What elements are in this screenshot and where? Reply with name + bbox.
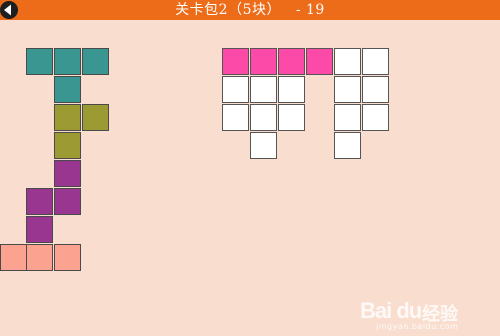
piece-cell[interactable] [26, 216, 53, 243]
level-title: 关卡包2（5块） - 19 [0, 0, 500, 20]
board-cell-empty[interactable] [362, 104, 389, 131]
board-cell-empty[interactable] [250, 104, 277, 131]
piece-cell[interactable] [0, 244, 27, 271]
piece-cell[interactable] [54, 160, 81, 187]
watermark-domain: jingyan.baidu.com [376, 322, 459, 331]
piece-cell[interactable] [54, 104, 81, 131]
board-cell-empty[interactable] [334, 132, 361, 159]
board-cell-empty[interactable] [222, 76, 249, 103]
piece-cell[interactable] [54, 132, 81, 159]
board-cell-empty[interactable] [362, 48, 389, 75]
board-cell-filled[interactable] [222, 48, 249, 75]
baidu-jingyan-watermark: Bai du 经验 jingyan.baidu.com [360, 298, 470, 331]
board-cell-empty[interactable] [250, 132, 277, 159]
piece-cell[interactable] [82, 104, 109, 131]
watermark-logo: Bai du [360, 298, 422, 323]
piece-cell[interactable] [54, 48, 81, 75]
title-gap [286, 2, 291, 18]
piece-cell[interactable] [82, 48, 109, 75]
board-cell-empty[interactable] [250, 76, 277, 103]
board-cell-empty[interactable] [334, 104, 361, 131]
top-bar: 关卡包2（5块） - 19 [0, 0, 500, 20]
board-cell-filled[interactable] [278, 48, 305, 75]
board-cell-filled[interactable] [250, 48, 277, 75]
piece-cell[interactable] [26, 244, 53, 271]
piece-cell[interactable] [54, 244, 81, 271]
piece-cell[interactable] [26, 48, 53, 75]
piece-cell[interactable] [54, 76, 81, 103]
board-cell-empty[interactable] [334, 48, 361, 75]
board-cell-empty[interactable] [362, 76, 389, 103]
title-pack: 关卡包2（5块） [175, 2, 281, 18]
board-cell-empty[interactable] [222, 104, 249, 131]
board-cell-empty[interactable] [334, 76, 361, 103]
board-cell-empty[interactable] [278, 76, 305, 103]
board-cell-filled[interactable] [306, 48, 333, 75]
board-cell-empty[interactable] [278, 104, 305, 131]
piece-cell[interactable] [54, 188, 81, 215]
piece-cell[interactable] [26, 188, 53, 215]
title-level: - 19 [295, 2, 325, 18]
